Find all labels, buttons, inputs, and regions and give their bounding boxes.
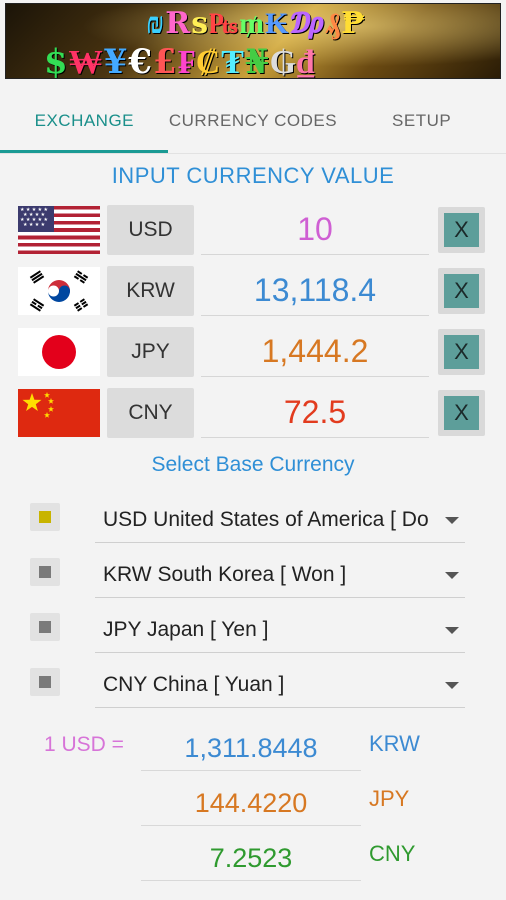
base-dropdown-label: JPY Japan [ Yen ] (103, 618, 269, 641)
banner-glyph: ₱ (341, 6, 366, 41)
rate-value-krw: 1,311.8448 (141, 727, 361, 771)
base-checkbox-jpy[interactable] (30, 613, 60, 641)
clear-x-label: X (444, 396, 479, 430)
dropdown-arrow-icon (445, 572, 459, 579)
banner-glyph: ₩ (68, 42, 104, 79)
base-dropdown-krw[interactable]: KRW South Korea [ Won ] (95, 553, 465, 598)
select-base-currency-heading: Select Base Currency (151, 453, 355, 476)
base-dropdown-jpy[interactable]: JPY Japan [ Yen ] (95, 608, 465, 653)
banner-glyph: ₰ (325, 6, 342, 41)
banner-glyph: R (165, 6, 192, 41)
rate-row-krw: 1,311.8448 KRW (0, 727, 506, 779)
clear-button-usd[interactable]: X (438, 207, 485, 253)
banner-glyph: ₦ (244, 42, 270, 79)
banner-glyph: ₯ (289, 6, 326, 41)
clear-x-label: X (444, 213, 479, 247)
banner-glyph-row-2: $₩¥€£₣₡₮₦₲₫ (44, 42, 316, 79)
currency-code-button-usd[interactable]: USD (107, 205, 194, 255)
rate-value-cny: 7.2523 (141, 837, 361, 881)
base-dropdown-label: USD United States of America [ Do (103, 508, 429, 531)
china-flag-icon (18, 389, 100, 437)
base-option-jpy: JPY Japan [ Yen ] (0, 608, 506, 654)
banner-glyph: ₮ (221, 42, 245, 79)
banner-glyph: ₪ (146, 6, 166, 41)
dropdown-arrow-icon (445, 682, 459, 689)
tab-setup[interactable]: SETUP (337, 88, 506, 154)
banner-glyph: € (128, 42, 154, 79)
currency-code-button-jpy[interactable]: JPY (107, 327, 194, 377)
banner-glyph: s (191, 6, 210, 41)
currency-code-button-cny[interactable]: CNY (107, 388, 194, 438)
banner-glyph: £ (153, 42, 178, 79)
dropdown-arrow-icon (445, 627, 459, 634)
banner-glyph: ₡ (195, 42, 222, 79)
tab-exchange[interactable]: EXCHANGE (0, 88, 169, 154)
base-checkbox-cny[interactable] (30, 668, 60, 696)
banner-glyph: ₧ (209, 6, 240, 41)
base-dropdown-cny[interactable]: CNY China [ Yuan ] (95, 663, 465, 708)
base-option-usd: USD United States of America [ Do (0, 498, 506, 544)
clear-button-cny[interactable]: X (438, 390, 485, 436)
currency-row-jpy: JPY 1,444.2 X (0, 327, 506, 377)
banner-glyph: ₥ (239, 6, 266, 41)
clear-x-label: X (444, 274, 479, 308)
base-dropdown-usd[interactable]: USD United States of America [ Do (95, 498, 465, 543)
banner-glyph-row-1: ₪Rs₧₥₭₯₰₱ (146, 6, 366, 41)
tab-bar: EXCHANGE CURRENCY CODES SETUP (0, 88, 506, 154)
currency-value-input-cny[interactable]: 72.5 (201, 388, 429, 438)
base-dropdown-label: KRW South Korea [ Won ] (103, 563, 347, 586)
base-dropdown-label: CNY China [ Yuan ] (103, 673, 285, 696)
rate-row-jpy: 144.4220 JPY (0, 782, 506, 834)
currency-row-usd: ★ ★ ★ ★ ★ ★ ★ ★ ★ ★ ★ ★ ★ ★ ★ ★ ★ ★ USD … (0, 205, 506, 255)
currency-value-input-krw[interactable]: 13,118.4 (201, 266, 429, 316)
banner-glyph: $ (44, 42, 69, 79)
currency-banner: ₪Rs₧₥₭₯₰₱ $₩¥€£₣₡₮₦₲₫ (5, 3, 501, 79)
tab-currency-codes[interactable]: CURRENCY CODES (169, 88, 338, 154)
clear-button-jpy[interactable]: X (438, 329, 485, 375)
banner-glyph: ₲ (269, 42, 298, 79)
usa-flag-icon: ★ ★ ★ ★ ★ ★ ★ ★ ★ ★ ★ ★ ★ ★ ★ ★ ★ ★ (18, 206, 100, 254)
banner-glyph: ₣ (177, 42, 196, 79)
rate-unit-jpy: JPY (369, 786, 410, 811)
rate-value-jpy: 144.4220 (141, 782, 361, 826)
base-checkbox-krw[interactable] (30, 558, 60, 586)
clear-x-label: X (444, 335, 479, 369)
rate-row-cny: 7.2523 CNY (0, 837, 506, 889)
base-checkbox-usd[interactable] (30, 503, 60, 531)
banner-glyph: ¥ (103, 42, 129, 79)
currency-value-input-jpy[interactable]: 1,444.2 (201, 327, 429, 377)
base-option-krw: KRW South Korea [ Won ] (0, 553, 506, 599)
dropdown-arrow-icon (445, 517, 459, 524)
japan-flag-icon (18, 328, 100, 376)
currency-row-cny: CNY 72.5 X (0, 388, 506, 438)
clear-button-krw[interactable]: X (438, 268, 485, 314)
currency-row-krw: KRW 13,118.4 X (0, 266, 506, 316)
banner-glyph: ₫ (297, 42, 316, 79)
south-korea-flag-icon (18, 267, 100, 315)
rate-unit-cny: CNY (369, 841, 416, 866)
currency-value-input-usd[interactable]: 10 (201, 205, 429, 255)
currency-code-button-krw[interactable]: KRW (107, 266, 194, 316)
input-currency-heading: INPUT CURRENCY VALUE (111, 163, 395, 188)
rate-unit-krw: KRW (369, 731, 420, 756)
banner-glyph: ₭ (265, 6, 290, 41)
tab-divider (0, 153, 506, 154)
base-option-cny: CNY China [ Yuan ] (0, 663, 506, 709)
